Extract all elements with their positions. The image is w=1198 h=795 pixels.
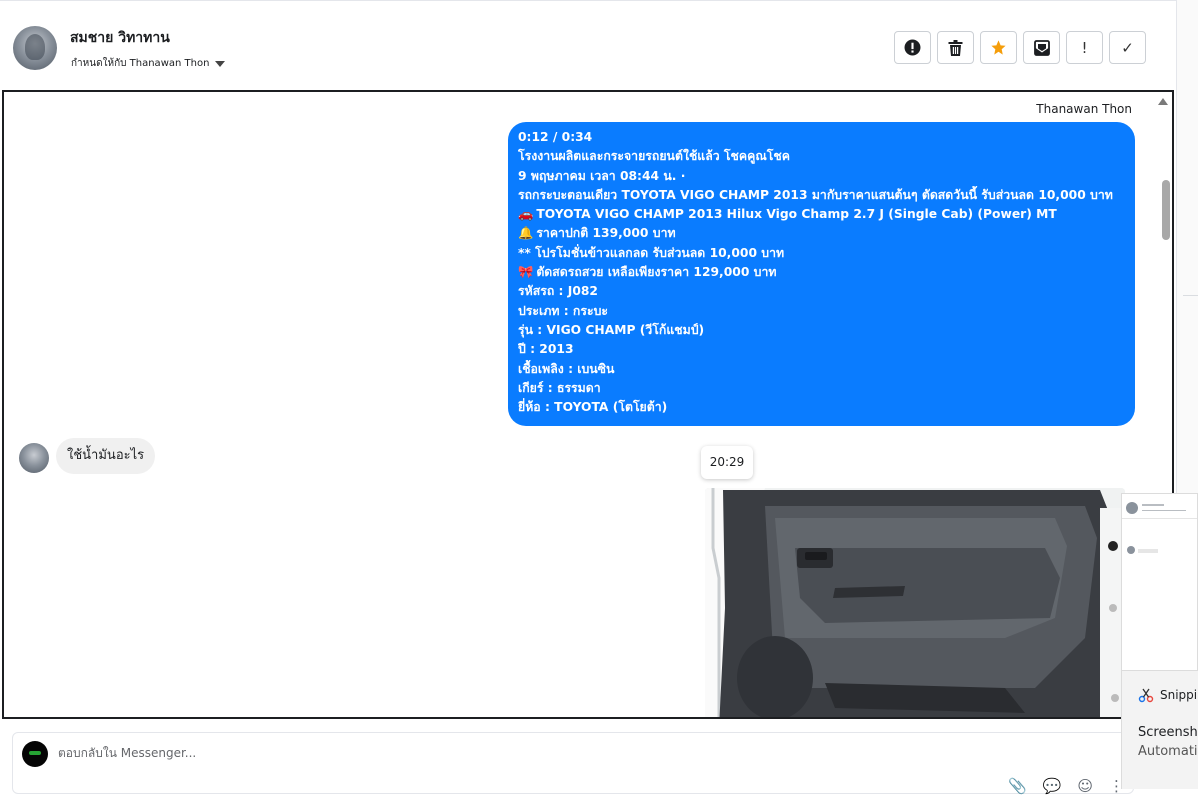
message-line: เชื้อเพลิง : เบนซิน <box>518 361 615 376</box>
scrollbar-thumb[interactable] <box>1162 180 1170 240</box>
message-line: รุ่น : VIGO CHAMP (วีโก้แชมป์) <box>518 322 705 337</box>
saved-replies-icon[interactable]: 💬 <box>1043 777 1062 795</box>
check-icon: ✓ <box>1121 38 1134 57</box>
thumbnail-avatar <box>1126 502 1138 514</box>
notification-app-name: Snipping Tool <box>1160 688 1198 702</box>
exclamation-icon: ! <box>1081 38 1088 57</box>
message-line: ยี่ห้อ : TOYOTA (โตโยต้า) <box>518 400 668 415</box>
emoji-icon[interactable]: ☺ <box>1077 777 1093 795</box>
notification-title: Screenshot copied <box>1138 725 1198 740</box>
done-button[interactable]: ✓ <box>1109 31 1146 64</box>
thumbnail-line <box>1142 504 1164 506</box>
page-avatar <box>22 741 48 767</box>
message-line: 🔔 ราคาปกติ 139,000 บาท <box>518 226 676 241</box>
delete-button[interactable] <box>937 31 974 64</box>
composer-actions: 📎 💬 ☺ ⋮ <box>1008 777 1124 795</box>
message-line: โรงงานผลิตและกระจายรถยนต์ใช้แล้ว โชคคูณโ… <box>518 149 790 164</box>
scroll-up-arrow-icon[interactable] <box>1158 98 1168 105</box>
contact-avatar-small[interactable] <box>19 443 49 473</box>
contact-avatar[interactable] <box>13 26 57 70</box>
assigned-label: กำหนดให้กับ Thanawan Thon <box>71 58 210 69</box>
incoming-message-bubble[interactable]: ใช้น้ำมันอะไร <box>56 438 156 474</box>
car-door-image <box>705 488 1125 717</box>
outgoing-message-bubble[interactable]: 0:12 / 0:34 โรงงานผลิตและกระจายรถยนต์ใช้… <box>508 122 1135 426</box>
divider <box>1183 295 1198 296</box>
car-door-photo[interactable] <box>705 488 1125 717</box>
scissors-icon <box>1138 688 1154 703</box>
important-button[interactable]: ! <box>1066 31 1103 64</box>
mark-unread-button[interactable] <box>1023 31 1060 64</box>
attachment-icon[interactable]: 📎 <box>1008 777 1027 795</box>
message-line: เกียร์ : ธรรมดา <box>518 380 601 395</box>
notification-app: Snipping Tool <box>1138 687 1198 703</box>
notification-subtitle: Automatically saved <box>1138 744 1198 759</box>
action-toolbar: ! ✓ <box>894 31 1146 64</box>
message-line: รหัสรถ : J082 <box>518 284 598 299</box>
timestamp-tooltip: 20:29 <box>701 446 753 479</box>
message-line: 0:12 / 0:34 <box>518 130 593 144</box>
message-line: รถกระบะตอนเดียว TOYOTA VIGO CHAMP 2013 ม… <box>518 187 1113 202</box>
alert-circle-icon <box>904 39 921 56</box>
trash-icon <box>948 39 963 56</box>
star-button[interactable] <box>980 31 1017 64</box>
car-emoji-icon: 🚗 <box>518 207 534 222</box>
message-thread[interactable]: Thanawan Thon 0:12 / 0:34 โรงงานผลิตและก… <box>2 90 1174 719</box>
assign-dropdown[interactable]: กำหนดให้กับ Thanawan Thon <box>71 56 226 71</box>
message-line: ปี : 2013 <box>518 342 574 357</box>
thumbnail-line <box>1138 549 1158 553</box>
message-line: 🎀 ตัดสดรถสวย เหลือเพียงราคา 129,000 บาท <box>518 265 777 280</box>
conversation-header: สมชาย วิทาทาน กำหนดให้กับ Thanawan Thon … <box>0 0 1176 89</box>
caret-down-icon <box>215 60 226 67</box>
star-icon <box>991 40 1006 55</box>
message-line: 9 พฤษภาคม เวลา 08:44 น. · <box>518 168 686 183</box>
spam-button[interactable] <box>894 31 931 64</box>
reply-input[interactable] <box>58 746 658 760</box>
screenshot-preview-thumbnail[interactable] <box>1121 493 1198 671</box>
ribbon-emoji-icon: 🎀 <box>518 265 534 280</box>
thumbnail-avatar <box>1127 546 1135 554</box>
thumbnail-line <box>1142 510 1186 511</box>
bell-emoji-icon: 🔔 <box>518 226 534 241</box>
sender-label: Thanawan Thon <box>1036 102 1132 116</box>
message-line: 🚗 TOYOTA VIGO CHAMP 2013 Hilux Vigo Champ… <box>518 207 1057 222</box>
message-line: ** โปรโมชั่นข้าวแลกลด รับส่วนลด 10,000 บ… <box>518 245 785 260</box>
thumbnail-divider <box>1122 518 1197 519</box>
message-line: ประเภท : กระบะ <box>518 303 608 318</box>
envelope-icon <box>1033 39 1050 56</box>
contact-name[interactable]: สมชาย วิทาทาน <box>70 27 170 49</box>
snipping-tool-notification[interactable]: Snipping Tool Screenshot copied Automati… <box>1121 671 1198 789</box>
reply-composer: 📎 💬 ☺ ⋮ <box>12 732 1134 795</box>
